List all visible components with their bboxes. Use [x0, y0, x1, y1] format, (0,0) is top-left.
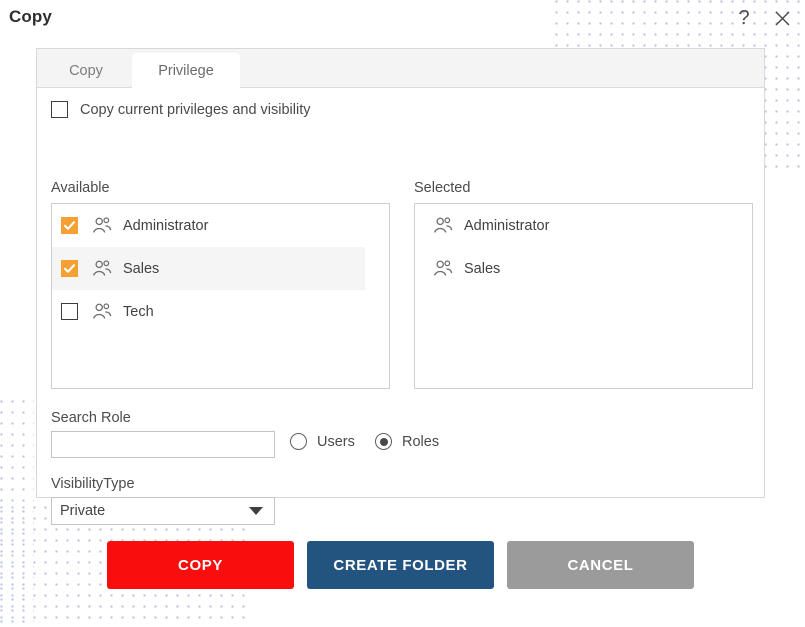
- list-item-label: Administrator: [464, 217, 550, 234]
- people-group-icon: [433, 260, 453, 277]
- window-title: Copy: [9, 7, 52, 26]
- visibility-type-value: Private: [60, 503, 106, 519]
- role-checkbox-administrator[interactable]: [61, 217, 78, 234]
- tab-copy[interactable]: Copy: [47, 53, 125, 89]
- dialog-panel: Copy Privilege Copy current privileges a…: [36, 48, 765, 525]
- copy-button[interactable]: COPY: [107, 541, 294, 589]
- list-item-label: Sales: [464, 260, 501, 277]
- search-role-label: Search Role: [51, 410, 131, 426]
- list-item-label: Administrator: [123, 217, 209, 234]
- list-item[interactable]: Sales: [52, 247, 365, 290]
- people-group-icon: [92, 217, 112, 234]
- list-item[interactable]: Administrator: [415, 204, 752, 247]
- available-roles-list: Administrator Sales Tech: [51, 203, 390, 389]
- tab-strip: Copy Privilege: [37, 49, 764, 89]
- copy-current-privileges-checkbox[interactable]: [51, 101, 68, 118]
- radio-users-label: Users: [317, 433, 355, 450]
- people-group-icon: [92, 303, 112, 320]
- close-icon[interactable]: [769, 5, 795, 31]
- radio-users-control[interactable]: [290, 433, 307, 450]
- available-heading: Available: [51, 180, 110, 196]
- radio-roles[interactable]: Roles: [375, 433, 439, 450]
- selected-heading: Selected: [414, 180, 471, 196]
- tab-privilege[interactable]: Privilege: [132, 53, 240, 89]
- people-group-icon: [92, 260, 112, 277]
- action-bar: COPY CREATE FOLDER CANCEL: [0, 541, 805, 591]
- list-item[interactable]: Tech: [52, 290, 365, 333]
- chevron-down-icon: [249, 507, 263, 515]
- visibility-type-label: VisibilityType: [51, 476, 135, 492]
- cancel-button[interactable]: CANCEL: [507, 541, 694, 589]
- radio-roles-control[interactable]: [375, 433, 392, 450]
- help-icon[interactable]: ?: [731, 5, 757, 31]
- privilege-tab-panel: Copy current privileges and visibility A…: [37, 88, 764, 525]
- copy-current-privileges-checkbox-row[interactable]: Copy current privileges and visibility: [51, 101, 311, 118]
- list-item[interactable]: Administrator: [52, 204, 365, 247]
- radio-users[interactable]: Users: [290, 433, 355, 450]
- role-checkbox-sales[interactable]: [61, 260, 78, 277]
- radio-roles-label: Roles: [402, 433, 440, 450]
- people-group-icon: [433, 217, 453, 234]
- window-header: Copy ?: [0, 0, 805, 40]
- list-item[interactable]: Sales: [415, 247, 752, 290]
- list-item-label: Sales: [123, 260, 160, 277]
- search-role-input[interactable]: [51, 431, 275, 458]
- role-checkbox-tech[interactable]: [61, 303, 78, 320]
- selected-roles-list: Administrator Sales: [414, 203, 753, 389]
- dot-pattern-left-strip: [0, 400, 34, 627]
- list-item-label: Tech: [123, 303, 154, 320]
- visibility-type-select[interactable]: Private: [51, 497, 275, 525]
- create-folder-button[interactable]: CREATE FOLDER: [307, 541, 494, 589]
- radio-selected-dot: [379, 437, 388, 446]
- copy-current-privileges-label: Copy current privileges and visibility: [80, 101, 311, 118]
